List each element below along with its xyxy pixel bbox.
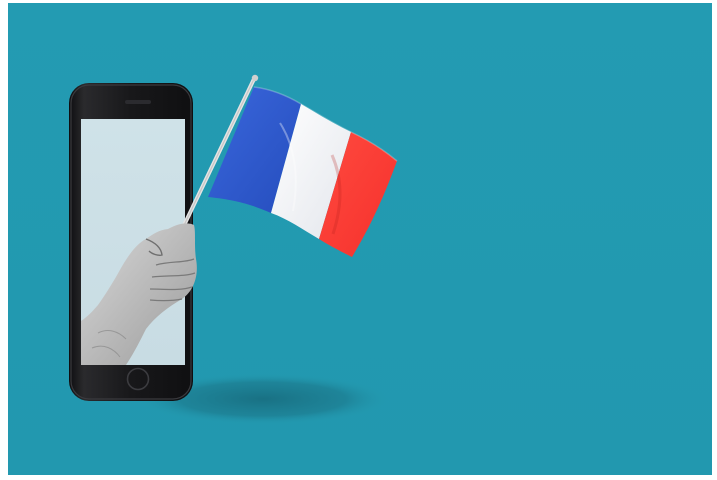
image-frame bbox=[0, 0, 717, 480]
scene-svg bbox=[8, 3, 712, 475]
illustration-scene bbox=[8, 3, 712, 475]
earpiece bbox=[125, 100, 151, 104]
pole-tip bbox=[251, 74, 259, 82]
